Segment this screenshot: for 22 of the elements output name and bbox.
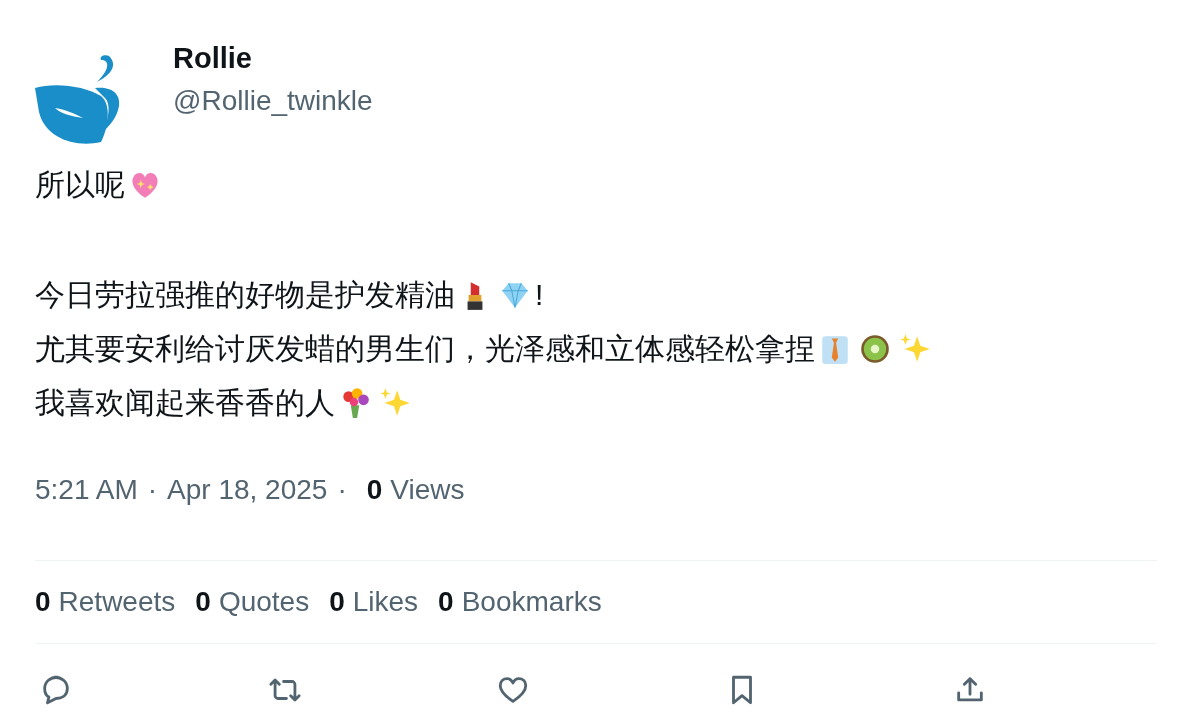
kiwi-icon <box>858 332 892 366</box>
stat-label[interactable]: Quotes <box>218 586 310 618</box>
tweet-text: 我喜欢闻起来香香的人 <box>35 384 335 421</box>
stat-count[interactable]: 0 <box>329 586 345 618</box>
stat-count[interactable]: 0 <box>195 586 211 618</box>
tweet-text: 今日劳拉强推的好物是护发精油 <box>35 276 455 313</box>
tweet-text: 尤其要安利给讨厌发蜡的男生们，光泽感和立体感轻松拿捏 <box>35 330 815 367</box>
views-label: Views <box>390 474 465 506</box>
stat-count[interactable]: 0 <box>35 586 51 618</box>
tweet-date[interactable]: Apr 18, 2025 <box>167 474 328 506</box>
author-name[interactable]: Rollie <box>173 42 373 75</box>
stat-count[interactable]: 0 <box>438 586 454 618</box>
author-handle[interactable]: @Rollie_twinkle <box>173 85 373 117</box>
stat-label[interactable]: Likes <box>352 586 419 618</box>
stat-label[interactable]: Bookmarks <box>461 586 602 618</box>
separator-dot: · <box>147 474 158 506</box>
views-count: 0 <box>366 474 383 506</box>
tweet-text: 所以呢 <box>35 166 125 203</box>
tweet-time[interactable]: 5:21 AM <box>35 474 138 506</box>
stat-label[interactable]: Retweets <box>58 586 176 618</box>
tweet-text: ! <box>535 278 544 312</box>
separator-dot: · <box>337 474 347 506</box>
